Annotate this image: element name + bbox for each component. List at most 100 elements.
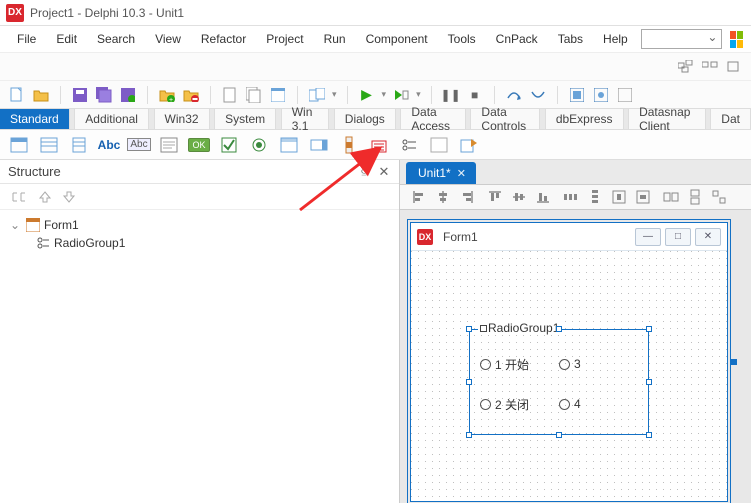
same-width-icon[interactable] xyxy=(662,188,680,206)
component-tabs: Standard Additional Win32 System Win 3.1… xyxy=(0,108,751,130)
remove-file-icon[interactable] xyxy=(182,86,200,104)
menu-search[interactable]: Search xyxy=(88,28,144,50)
palette-panel-icon[interactable] xyxy=(428,134,450,156)
tab-overflow[interactable]: Dat xyxy=(711,109,751,129)
palette-mainmenu-icon[interactable] xyxy=(38,134,60,156)
open-folder-icon[interactable] xyxy=(32,86,50,104)
menu-edit[interactable]: Edit xyxy=(47,28,86,50)
run-dropdown-icon[interactable]: ▾ xyxy=(382,89,387,100)
save-project-icon[interactable] xyxy=(119,86,137,104)
move-up-icon[interactable] xyxy=(38,190,52,204)
close-icon[interactable]: ✕ xyxy=(377,164,391,180)
palette-popupmenu-icon[interactable] xyxy=(68,134,90,156)
menu-help[interactable]: Help xyxy=(594,28,637,50)
form-resize-handle-e[interactable] xyxy=(731,359,737,365)
run-icon[interactable]: ▶ xyxy=(358,86,376,104)
tree-node-form[interactable]: ⌄ Form1 xyxy=(10,216,389,234)
pause-icon[interactable]: ❚❚ xyxy=(442,86,460,104)
save-icon[interactable] xyxy=(71,86,89,104)
desktops-icon[interactable] xyxy=(677,58,695,76)
align-left-icon[interactable] xyxy=(410,188,428,206)
space-v-icon[interactable] xyxy=(586,188,604,206)
component-palette: Abc Abc OK xyxy=(0,130,751,160)
run-nodebug-dropdown-icon[interactable]: ▾ xyxy=(416,89,421,100)
add-file-icon[interactable]: + xyxy=(158,86,176,104)
separator xyxy=(431,86,432,104)
layout-combo[interactable] xyxy=(641,29,723,49)
dropdown-chevron-icon[interactable]: ▾ xyxy=(332,89,337,100)
cnpack-config-icon[interactable] xyxy=(592,86,610,104)
menu-run[interactable]: Run xyxy=(315,28,355,50)
center-v-form-icon[interactable] xyxy=(634,188,652,206)
cnpack-extra-icon[interactable] xyxy=(616,86,634,104)
menu-refactor[interactable]: Refactor xyxy=(192,28,255,50)
tab-data-controls[interactable]: Data Controls xyxy=(471,109,540,129)
tab-win31[interactable]: Win 3.1 xyxy=(282,109,330,129)
expand-tree-icon[interactable] xyxy=(10,190,28,204)
palette-memo-icon[interactable] xyxy=(158,134,180,156)
align-top-icon[interactable] xyxy=(486,188,504,206)
menu-cnpack[interactable]: CnPack xyxy=(487,28,547,50)
svg-text:+: + xyxy=(169,97,173,102)
center-h-form-icon[interactable] xyxy=(610,188,628,206)
step-over-icon[interactable] xyxy=(505,86,523,104)
same-height-icon[interactable] xyxy=(686,188,704,206)
palette-radiobutton-icon[interactable] xyxy=(248,134,270,156)
tab-close-icon[interactable]: ✕ xyxy=(457,167,466,180)
align-vcenter-icon[interactable] xyxy=(510,188,528,206)
tab-datasnap-client[interactable]: Datasnap Client xyxy=(629,109,706,129)
menu-project[interactable]: Project xyxy=(257,28,312,50)
menu-tabs[interactable]: Tabs xyxy=(549,28,592,50)
align-hcenter-icon[interactable] xyxy=(434,188,452,206)
run-nodebug-icon[interactable] xyxy=(392,86,410,104)
form-designer-canvas[interactable]: DX Form1 — □ ✕ RadioGroup1 1 开始 3 2 关闭 xyxy=(400,210,751,503)
new-file-icon[interactable] xyxy=(8,86,26,104)
align-right-icon[interactable] xyxy=(458,188,476,206)
align-bottom-icon[interactable] xyxy=(534,188,552,206)
menu-component[interactable]: Component xyxy=(357,28,437,50)
tree-node-radiogroup-label: RadioGroup1 xyxy=(54,236,125,250)
same-size-icon[interactable] xyxy=(710,188,728,206)
file-list-icon[interactable] xyxy=(245,86,263,104)
menu-bar: File Edit Search View Refactor Project R… xyxy=(0,26,751,52)
tab-standard[interactable]: Standard xyxy=(0,109,70,129)
palette-actionlist-icon[interactable] xyxy=(458,134,480,156)
tab-dialogs[interactable]: Dialogs xyxy=(335,109,396,129)
stop-icon[interactable]: ■ xyxy=(466,86,484,104)
move-down-icon[interactable] xyxy=(62,190,76,204)
palette-frames-icon[interactable] xyxy=(8,134,30,156)
palette-label-icon[interactable]: Abc xyxy=(98,134,120,156)
menu-view[interactable]: View xyxy=(146,28,190,50)
tree-node-radiogroup[interactable]: RadioGroup1 xyxy=(36,234,389,252)
palette-scrollbar-icon[interactable] xyxy=(338,134,360,156)
layout-save-icon[interactable] xyxy=(701,58,719,76)
palette-button-icon[interactable]: OK xyxy=(188,134,210,156)
palette-groupbox-icon[interactable] xyxy=(368,134,390,156)
tab-unit1[interactable]: Unit1* ✕ xyxy=(406,162,476,184)
tab-data-access[interactable]: Data Access xyxy=(401,109,465,129)
structure-title: Structure xyxy=(8,164,61,179)
palette-combobox-icon[interactable] xyxy=(308,134,330,156)
cnpack-wizard-icon[interactable] xyxy=(568,86,586,104)
menu-file[interactable]: File xyxy=(8,28,45,50)
step-into-icon[interactable] xyxy=(529,86,547,104)
menu-tools[interactable]: Tools xyxy=(439,28,485,50)
form-list-icon[interactable] xyxy=(269,86,287,104)
tree-collapse-icon[interactable]: ⌄ xyxy=(10,218,22,232)
window-title: Project1 - Delphi 10.3 - Unit1 xyxy=(30,6,184,20)
palette-checkbox-icon[interactable] xyxy=(218,134,240,156)
tab-additional[interactable]: Additional xyxy=(75,109,149,129)
tab-system[interactable]: System xyxy=(215,109,276,129)
save-all-icon[interactable] xyxy=(95,86,113,104)
toggle-form-unit-icon[interactable] xyxy=(308,86,326,104)
pin-icon[interactable]: ⫃ xyxy=(357,164,371,180)
layout-delete-icon[interactable] xyxy=(725,58,743,76)
tab-dbexpress[interactable]: dbExpress xyxy=(546,109,624,129)
new-unit-icon[interactable] xyxy=(221,86,239,104)
palette-listbox-icon[interactable] xyxy=(278,134,300,156)
space-h-icon[interactable] xyxy=(562,188,580,206)
tab-win32[interactable]: Win32 xyxy=(155,109,210,129)
windows-platform-icon[interactable] xyxy=(730,31,743,48)
palette-radiogroup-icon[interactable] xyxy=(398,134,420,156)
palette-edit-icon[interactable]: Abc xyxy=(128,134,150,156)
